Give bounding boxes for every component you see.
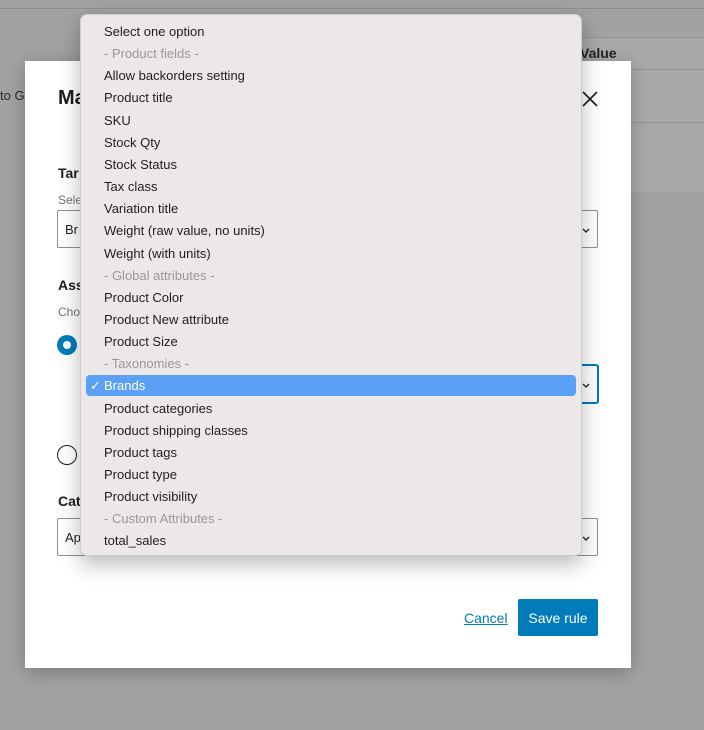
dropdown-option[interactable]: total_sales xyxy=(86,530,576,551)
dropdown-group-header: - Product fields - xyxy=(86,43,576,64)
column-header-value: Value xyxy=(580,45,617,61)
dropdown-option-label: Product type xyxy=(104,467,177,482)
dropdown-group-header: - Global attributes - xyxy=(86,265,576,286)
assign-radio-unselected[interactable] xyxy=(57,445,77,465)
dropdown-option-label: - Product fields - xyxy=(104,46,199,62)
dropdown-option[interactable]: Weight (with units) xyxy=(86,243,576,264)
dropdown-option-label: Product New attribute xyxy=(104,311,230,327)
dropdown-option-label: Allow backorders setting xyxy=(104,68,245,84)
dropdown-option[interactable]: Variation title xyxy=(86,198,576,219)
target-label: Tar xyxy=(58,165,79,181)
dropdown-group-header: - Taxonomies - xyxy=(86,353,576,374)
dropdown-option[interactable]: Allow backorders setting xyxy=(86,65,576,86)
chevron-down-icon xyxy=(582,536,590,541)
category-label: Cat xyxy=(58,493,81,509)
dropdown-option-label: - Taxonomies - xyxy=(104,356,190,372)
dropdown-option[interactable]: Tax class xyxy=(86,176,576,197)
background-text: to Ge xyxy=(0,88,24,103)
dropdown-option-label: Product shipping classes xyxy=(104,422,248,438)
dropdown-option-label: Weight (with units) xyxy=(104,245,211,261)
dropdown-option-label: Stock Qty xyxy=(104,134,161,150)
dropdown-option-label: - Custom Attributes - xyxy=(104,511,223,527)
background-divider xyxy=(0,8,704,9)
dropdown-option-label: - Global attributes - xyxy=(104,267,215,283)
cancel-button[interactable]: Cancel xyxy=(464,610,508,626)
save-rule-button[interactable]: Save rule xyxy=(518,599,598,636)
dropdown-option-label: Product Size xyxy=(104,334,178,350)
dropdown-option-label: Product visibility xyxy=(104,489,198,505)
dropdown-option[interactable]: SKU xyxy=(86,110,576,131)
dropdown-option[interactable]: Product tags xyxy=(86,442,576,463)
dropdown-option-label: Weight (raw value, no units) xyxy=(104,223,265,239)
dropdown-option-label: Product tags xyxy=(104,444,177,460)
dropdown-option[interactable]: Stock Status xyxy=(86,154,576,175)
dropdown-option-label: Tax class xyxy=(104,179,158,195)
dropdown-option[interactable]: ✓ Brands xyxy=(86,375,576,397)
dropdown-option[interactable]: Product New attribute xyxy=(86,309,576,330)
dropdown-option[interactable]: Product visibility xyxy=(86,486,576,507)
attribute-dropdown-list: Select one option - Product fields - Allow… xyxy=(80,14,582,556)
assign-help: Cho xyxy=(58,305,81,319)
chevron-down-icon xyxy=(582,383,590,388)
dropdown-option-label: Variation title xyxy=(104,201,179,217)
dropdown-option[interactable]: Product shipping classes xyxy=(86,420,576,441)
category-select-value: Ap xyxy=(65,530,81,545)
dropdown-option-label: Select one option xyxy=(104,24,205,39)
dropdown-option-label: Stock Status xyxy=(104,156,177,172)
chevron-down-icon xyxy=(582,228,590,233)
dropdown-option[interactable]: Stock Qty xyxy=(86,132,576,153)
dropdown-option[interactable]: Product Size xyxy=(86,331,576,352)
dropdown-option[interactable]: Product Color xyxy=(86,287,576,308)
dropdown-option[interactable]: Product title xyxy=(86,87,576,108)
target-help: Sele xyxy=(58,193,83,207)
dropdown-option-label: total_sales xyxy=(104,533,167,549)
checkmark-icon: ✓ xyxy=(90,378,101,394)
target-select-value: Br xyxy=(65,222,78,237)
dropdown-option-label: Product Color xyxy=(104,289,184,305)
dropdown-option-label: Product categories xyxy=(104,400,213,416)
dropdown-option-label: SKU xyxy=(104,112,131,128)
dropdown-group-header: - Custom Attributes - xyxy=(86,508,576,529)
dropdown-option[interactable]: Weight (raw value, no units) xyxy=(86,220,576,241)
dropdown-option-label: Product title xyxy=(104,90,173,106)
assign-radio-selected[interactable] xyxy=(57,335,77,355)
dropdown-option[interactable]: Product type xyxy=(86,464,576,485)
dropdown-option[interactable]: Product categories xyxy=(86,398,576,419)
dropdown-option[interactable]: Select one option xyxy=(86,21,576,42)
dropdown-option-label: Brands xyxy=(104,378,146,394)
